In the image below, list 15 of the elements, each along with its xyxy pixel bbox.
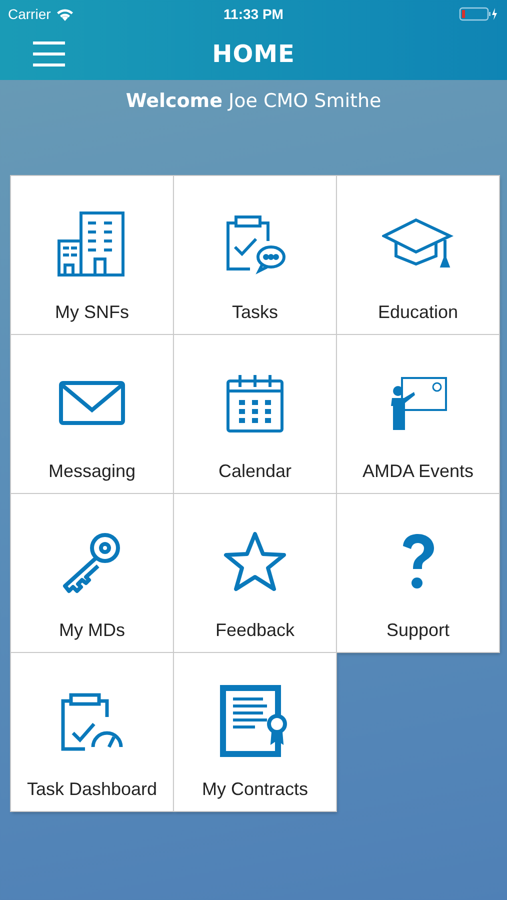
menu-tile[interactable]: Calendar	[174, 335, 336, 493]
menu-tile[interactable]: Feedback	[174, 494, 336, 652]
menu-tile[interactable]: Task Dashboard	[11, 653, 173, 811]
menu-tile[interactable]: My MDs	[11, 494, 173, 652]
carrier-label: Carrier	[8, 6, 51, 22]
screen-title: HOME	[212, 40, 295, 68]
menu-tile[interactable]: My Contracts	[174, 653, 336, 811]
menu-tile[interactable]: AMDA Events	[337, 335, 499, 493]
menu-tile[interactable]: Education	[337, 176, 499, 334]
menu-tile[interactable]: Support	[337, 494, 499, 652]
menu-tile[interactable]: Messaging	[11, 335, 173, 493]
menu-tile[interactable]: Tasks	[174, 176, 336, 334]
menu-tile[interactable]: My SNFs	[11, 176, 173, 334]
welcome-message: Welcome Joe CMO Smithe	[124, 90, 382, 112]
status-time: 11:33 PM	[224, 6, 284, 22]
